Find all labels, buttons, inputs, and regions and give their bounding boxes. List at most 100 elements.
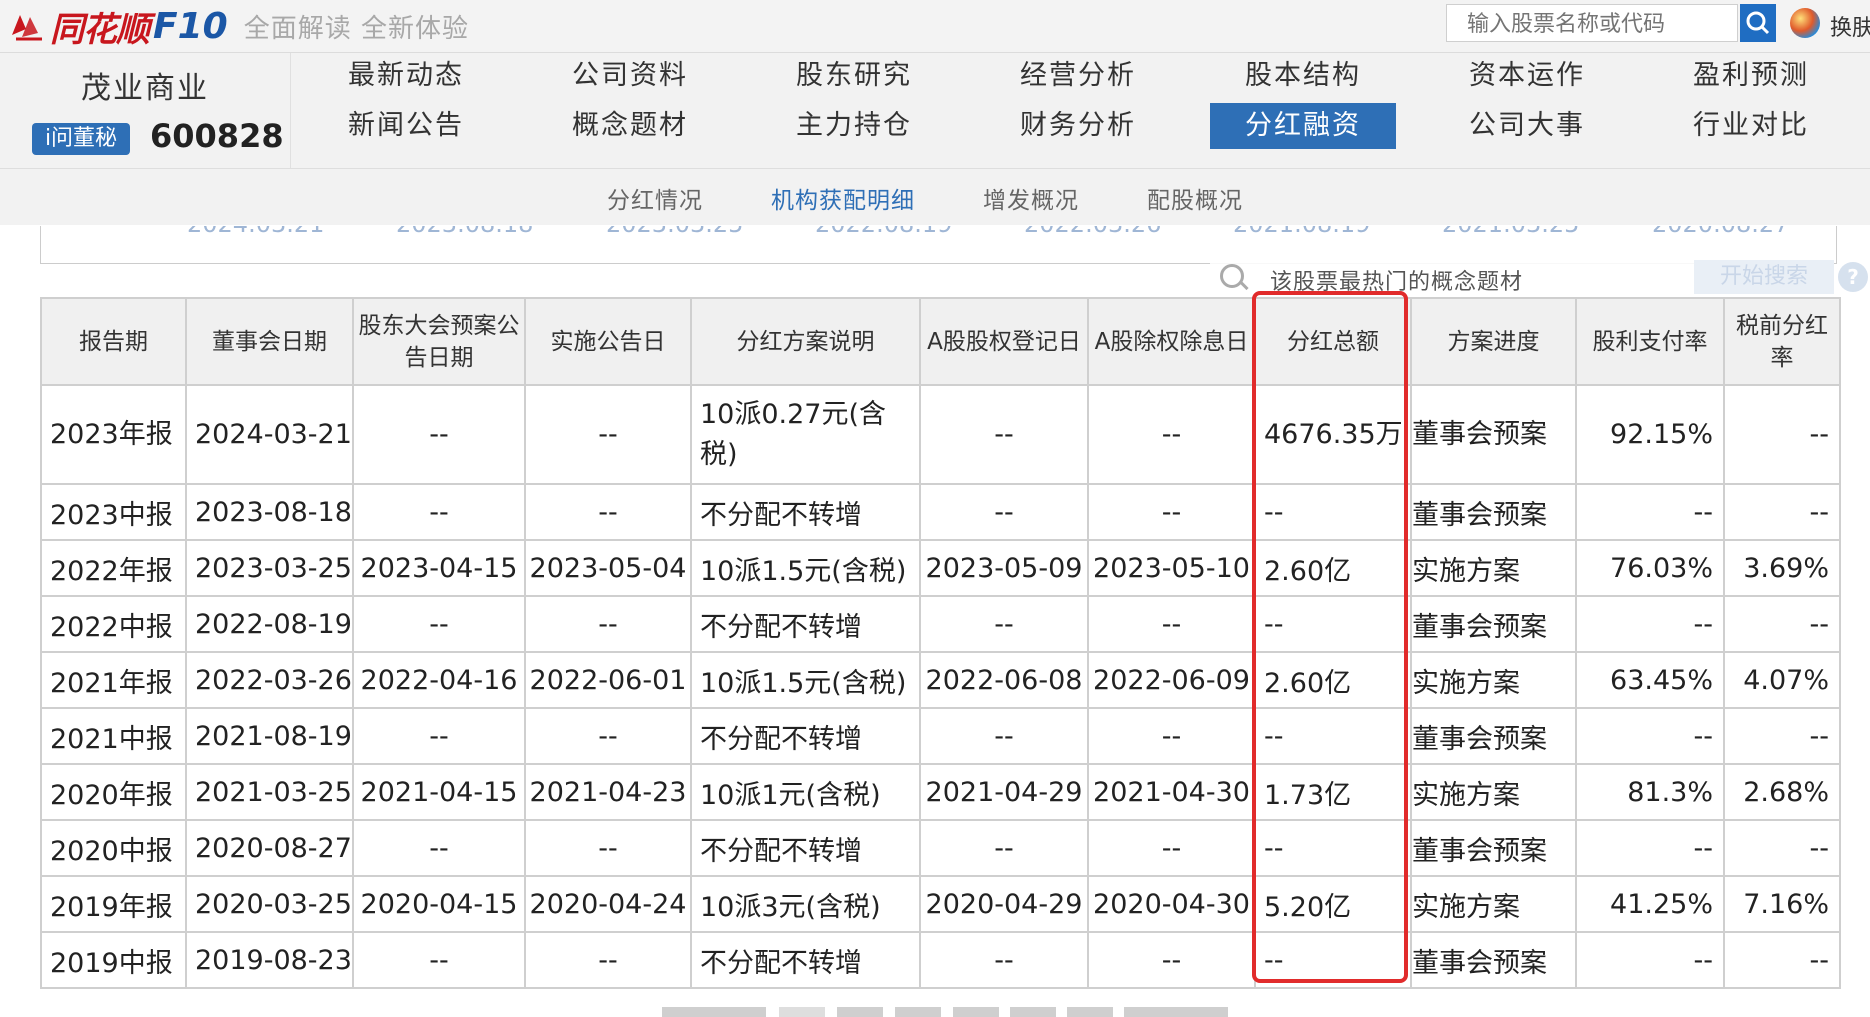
pager-button[interactable] [1010, 1007, 1056, 1017]
strip-date[interactable]: 2022.03.26 [1024, 226, 1161, 238]
cell-total-dividend: 5.20亿 [1254, 875, 1412, 933]
ask-secretary-badge[interactable]: i问董秘 [32, 123, 130, 155]
logo[interactable]: 同花顺 F10 全面解读 全新体验 [8, 4, 469, 50]
nav-profit-forecast[interactable]: 盈利预测 [1658, 53, 1844, 99]
pager-button[interactable] [837, 1007, 883, 1017]
header-report-period[interactable]: 报告期 [40, 297, 187, 386]
cell-pretax-yield: -- [1723, 595, 1841, 653]
cell-record-date: 2020-04-29 [919, 875, 1089, 933]
table-header-row: 报告期 董事会日期 股东大会预案公告日期 实施公告日 分红方案说明 A股股权登记… [40, 297, 1841, 386]
cell-payout-ratio: 92.15% [1575, 384, 1725, 485]
nav-company-info[interactable]: 公司资料 [537, 53, 723, 99]
strip-date[interactable]: 2024.03.21 [187, 226, 324, 238]
strip-date[interactable]: 2020.08.27 [1652, 226, 1789, 238]
strip-date[interactable]: 2021.03.25 [1442, 226, 1579, 238]
pager-button[interactable] [953, 1007, 999, 1017]
cell-total-dividend: 4676.35万 [1254, 384, 1412, 485]
cell-payout-ratio: -- [1575, 595, 1725, 653]
cell-implementation-date: -- [524, 931, 692, 989]
nav-operation-analysis[interactable]: 经营分析 [985, 53, 1171, 99]
header-total-dividend[interactable]: 分红总额 [1254, 297, 1412, 386]
tab-issuance-overview[interactable]: 增发概况 [983, 181, 1079, 215]
header-pretax-yield[interactable]: 税前分红率 [1723, 297, 1841, 386]
tab-rights-issue-overview[interactable]: 配股概况 [1147, 181, 1243, 215]
cell-board-date: 2020-03-25 [185, 875, 354, 933]
nav-capital-operation[interactable]: 资本运作 [1434, 53, 1620, 99]
tab-dividend-status[interactable]: 分红情况 [607, 181, 703, 215]
cell-record-date: -- [919, 384, 1089, 485]
header-record-date[interactable]: A股股权登记日 [919, 297, 1089, 386]
pager-button[interactable] [662, 1007, 766, 1017]
nav-latest-news[interactable]: 最新动态 [313, 53, 499, 99]
cell-ex-dividend-date: -- [1087, 931, 1256, 989]
stock-search-input[interactable] [1447, 5, 1749, 43]
table-row: 2022年报 2023-03-25 2023-04-15 2023-05-04 … [40, 539, 1841, 597]
cell-record-date: -- [919, 931, 1089, 989]
cell-payout-ratio: -- [1575, 819, 1725, 877]
table-row: 2020中报 2020-08-27 -- -- 不分配不转增 -- -- -- … [40, 819, 1841, 877]
concept-search-input[interactable]: 该股票最热门的概念题材 [1270, 264, 1523, 296]
nav-news-announcements[interactable]: 新闻公告 [313, 103, 499, 149]
nav-capital-structure[interactable]: 股本结构 [1210, 53, 1396, 99]
nav-company-events[interactable]: 公司大事 [1434, 103, 1620, 149]
logo-f10: F10 [153, 5, 228, 47]
cell-ex-dividend-date: 2021-04-30 [1087, 763, 1256, 821]
search-button[interactable] [1740, 4, 1776, 42]
switch-skin-link[interactable]: 换肤 [1830, 10, 1870, 42]
nav-financial-analysis[interactable]: 财务分析 [985, 103, 1171, 149]
stock-code: 600828 [150, 117, 284, 155]
cell-board-date: 2022-08-19 [185, 595, 354, 653]
cell-report-period: 2023年报 [40, 384, 187, 485]
cell-implementation-date: -- [524, 707, 692, 765]
stock-search-box[interactable] [1446, 4, 1749, 43]
tab-institution-allotment[interactable]: 机构获配明细 [771, 181, 915, 215]
cell-record-date: -- [919, 483, 1089, 541]
cell-pretax-yield: 2.68% [1723, 763, 1841, 821]
pager-button[interactable] [779, 1007, 825, 1017]
cell-record-date: 2023-05-09 [919, 539, 1089, 597]
header-payout-ratio[interactable]: 股利支付率 [1575, 297, 1725, 386]
pager-button[interactable] [1124, 1007, 1228, 1017]
cell-agm-date: 2021-04-15 [352, 763, 526, 821]
strip-date[interactable]: 2023.03.25 [606, 226, 743, 238]
header-plan-progress: 方案进度 [1410, 297, 1577, 386]
cell-agm-date: 2022-04-16 [352, 651, 526, 709]
header-ex-dividend-date[interactable]: A股除权除息日 [1087, 297, 1256, 386]
nav-concepts[interactable]: 概念题材 [537, 103, 723, 149]
cell-plan-progress: 实施方案 [1410, 539, 1577, 597]
strip-date[interactable]: 2023.08.18 [396, 226, 533, 238]
skin-globe-icon[interactable] [1790, 8, 1820, 38]
cell-pretax-yield: -- [1723, 483, 1841, 541]
cell-total-dividend: -- [1254, 483, 1412, 541]
nav-shareholder-research[interactable]: 股东研究 [761, 53, 947, 99]
cell-record-date: -- [919, 595, 1089, 653]
cell-record-date: -- [919, 819, 1089, 877]
cell-agm-date: -- [352, 931, 526, 989]
help-icon[interactable]: ? [1838, 262, 1868, 292]
cell-total-dividend: 2.60亿 [1254, 539, 1412, 597]
pager-button[interactable] [1067, 1007, 1113, 1017]
cell-total-dividend: -- [1254, 595, 1412, 653]
pager-button[interactable] [895, 1007, 941, 1017]
cell-implementation-date: 2020-04-24 [524, 875, 692, 933]
cell-plan-description: 10派1元(含税) [690, 763, 921, 821]
cell-implementation-date: 2023-05-04 [524, 539, 692, 597]
cell-ex-dividend-date: -- [1087, 384, 1256, 485]
cell-pretax-yield: 4.07% [1723, 651, 1841, 709]
flower-logo-icon [8, 11, 46, 41]
cell-plan-progress: 实施方案 [1410, 651, 1577, 709]
cell-payout-ratio: 63.45% [1575, 651, 1725, 709]
cell-plan-description: 10派1.5元(含税) [690, 651, 921, 709]
slogan: 全面解读 全新体验 [243, 13, 469, 44]
cell-total-dividend: 1.73亿 [1254, 763, 1412, 821]
header-agm-date[interactable]: 股东大会预案公告日期 [352, 297, 526, 386]
nav-dividend-financing[interactable]: 分红融资 [1210, 103, 1396, 149]
header-board-date[interactable]: 董事会日期 [185, 297, 354, 386]
nav-main-holdings[interactable]: 主力持仓 [761, 103, 947, 149]
concept-search-button[interactable]: 开始搜索 [1694, 260, 1834, 294]
cell-total-dividend: -- [1254, 931, 1412, 989]
nav-industry-compare[interactable]: 行业对比 [1658, 103, 1844, 149]
strip-date[interactable]: 2021.08.19 [1233, 226, 1370, 238]
header-implementation-date[interactable]: 实施公告日 [524, 297, 692, 386]
strip-date[interactable]: 2022.08.19 [815, 226, 952, 238]
